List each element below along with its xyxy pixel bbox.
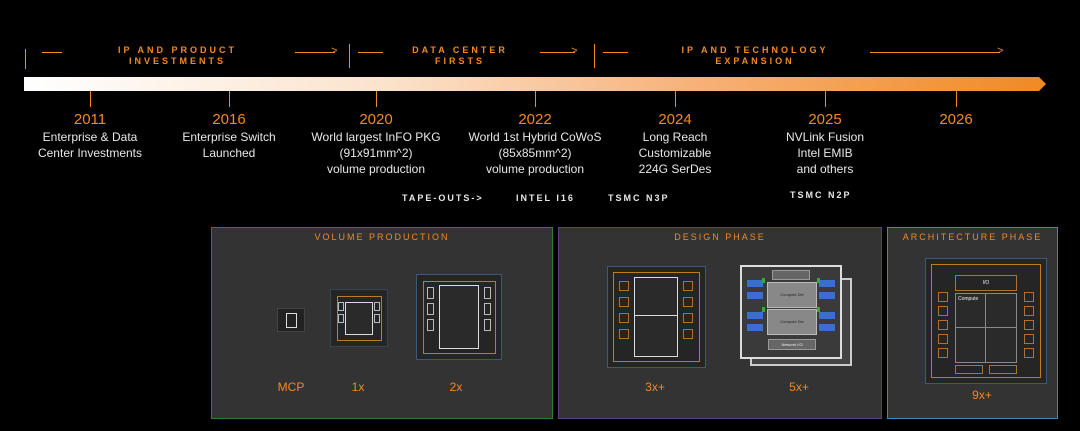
desc-2020: World largest InFO PKG (91x91mm^2) volum… (311, 130, 441, 176)
arrow-right-icon: > (331, 45, 338, 57)
timeline-tick (675, 91, 676, 107)
phase-line (603, 52, 628, 53)
timeline-bar (24, 77, 1046, 91)
label-mcp: MCP (277, 380, 305, 394)
timeline-tick (376, 91, 377, 107)
tapeout-intel: INTEL I16 (516, 193, 575, 203)
label-5x: 5x+ (789, 380, 809, 394)
architecture-phase-title: ARCHITECTURE PHASE (902, 232, 1043, 242)
tapeouts-label: TAPE-OUTS-> (402, 193, 484, 203)
phase-divider (349, 44, 350, 68)
timeline-tick (90, 91, 91, 107)
phase-divider (594, 44, 595, 68)
architecture-phase-panel: ARCHITECTURE PHASE I/O Compute 9x+ (887, 227, 1058, 419)
phase-arrow-line (295, 52, 335, 53)
year-2022: 2022 (518, 111, 552, 128)
compute-die-top: Compute Die (767, 282, 817, 308)
phase-line (358, 52, 383, 53)
io-die: I/O (955, 275, 1017, 291)
label-3x: 3x+ (645, 380, 665, 394)
label-2x: 2x (449, 380, 463, 394)
timeline-tick (229, 91, 230, 107)
design-phase-panel: DESIGN PHASE Compute Die Compute Die Net… (558, 227, 882, 419)
mcp-chip-icon (277, 308, 305, 332)
desc-2022: World 1st Hybrid CoWoS (85x85mm^2) volum… (468, 130, 602, 176)
timeline-tick (535, 91, 536, 107)
package-9x-icon: I/O Compute (925, 258, 1047, 384)
desc-2024: Long Reach Customizable 224G SerDes (638, 130, 712, 176)
compute-die-bottom: Compute Die (767, 309, 817, 335)
phase-ip-technology: IP AND TECHNOLOGY EXPANSION (681, 45, 829, 66)
phase-ip-product: IP AND PRODUCT INVESTMENTS (117, 45, 237, 66)
arrow-right-icon: > (997, 45, 1004, 57)
label-9x: 9x+ (972, 388, 992, 402)
phase-divider (25, 49, 26, 69)
phase-line (42, 52, 62, 53)
compute-die-label: Compute (958, 296, 979, 302)
tapeout-tsmc-n3p: TSMC N3P (608, 193, 670, 203)
design-phase-title: DESIGN PHASE (674, 232, 766, 242)
phase-data-center: DATA CENTER FIRSTS (412, 45, 508, 66)
year-2024: 2024 (658, 111, 692, 128)
package-3x-icon (607, 266, 706, 368)
year-2026: 2026 (939, 111, 973, 128)
phase-arrow-line (540, 52, 575, 53)
timeline-tick (825, 91, 826, 107)
volume-production-title: VOLUME PRODUCTION (314, 232, 450, 242)
package-1x-icon (330, 289, 388, 347)
year-2016: 2016 (212, 111, 246, 128)
tapeout-tsmc-n2p: TSMC N2P (790, 190, 852, 200)
package-2x-icon (416, 274, 502, 360)
year-2020: 2020 (359, 111, 393, 128)
desc-2016: Enterprise Switch Launched (182, 130, 276, 160)
desc-2011: Enterprise & Data Center Investments (37, 130, 143, 160)
year-2011: 2011 (73, 111, 107, 128)
label-1x: 1x (351, 380, 365, 394)
timeline-tick (956, 91, 957, 107)
package-5x-icon: Compute Die Compute Die Network I/O (740, 265, 842, 359)
phase-arrow-line (870, 52, 1000, 53)
desc-2025: NVLink Fusion Intel EMIB and others (785, 130, 865, 176)
volume-production-panel: VOLUME PRODUCTION MCP 1x 2x (211, 227, 553, 419)
arrow-right-icon: > (571, 45, 578, 57)
year-2025: 2025 (808, 111, 842, 128)
network-io-die: Network I/O (768, 339, 816, 350)
